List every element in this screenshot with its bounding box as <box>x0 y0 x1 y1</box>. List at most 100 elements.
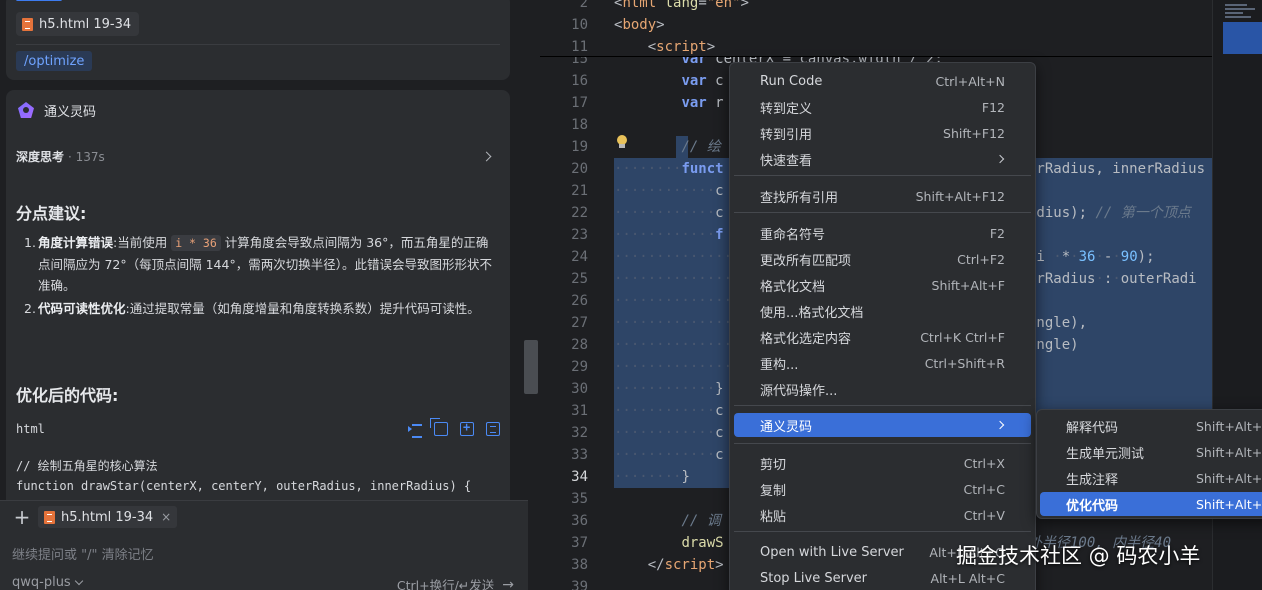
context-file-chip[interactable]: h5.html 19-34 <box>16 12 140 36</box>
copy-icon[interactable] <box>430 418 448 436</box>
line-number: 36 <box>571 513 588 529</box>
lightbulb-icon[interactable] <box>616 135 628 149</box>
thinking-time: · 137s <box>68 149 105 164</box>
line-code: <body> <box>614 17 665 33</box>
deep-thinking-toggle[interactable]: 深度思考 · 137s <box>16 148 492 165</box>
editor-line-tail: erRadius, innerRadius <box>1028 161 1206 177</box>
submenu-item[interactable]: 解释代码 Shift+Alt+P <box>1040 414 1262 438</box>
line-number: 19 <box>571 139 588 155</box>
menu-item-label: Open with Live Server <box>760 544 904 560</box>
menu-item[interactable]: 通义灵码 <box>734 413 1031 437</box>
line-number: 28 <box>571 337 588 353</box>
menu-item-label: 剪切 <box>760 457 787 473</box>
chevron-right-icon <box>481 151 492 162</box>
add-context-button[interactable]: + <box>12 507 32 527</box>
line-code: ············f <box>614 227 724 243</box>
editor-line-tail: angle) <box>1028 337 1079 353</box>
line-number: 26 <box>571 293 588 309</box>
line-code: var r <box>681 95 724 111</box>
sticky-scroll-header[interactable]: 2 <html lang="en"> 10 <body> 11 <script> <box>540 0 1212 57</box>
line-code: ············c <box>614 205 724 221</box>
menu-item[interactable]: 更改所有匹配项 Ctrl+F2 <box>734 247 1031 271</box>
menu-item[interactable]: 格式化选定内容 Ctrl+K Ctrl+F <box>734 325 1031 349</box>
new-file-icon[interactable] <box>460 420 474 436</box>
code-block-header: html <box>16 418 500 438</box>
insert-code-icon[interactable] <box>408 422 422 438</box>
submenu-item[interactable]: 生成注释 Shift+Alt+V <box>1040 466 1262 490</box>
apply-diff-icon[interactable] <box>486 422 500 436</box>
minimap-line <box>1225 16 1251 18</box>
minimap-viewport[interactable] <box>1223 22 1262 54</box>
sticky-line[interactable]: 2 <html lang="en"> <box>540 0 1212 14</box>
point-text: :当前使用 <box>113 235 172 250</box>
editor-context-menu: Run Code Ctrl+Alt+N 转到定义 F12 转到引用 Shift+F12 快速… <box>729 62 1036 590</box>
point-title: 角度计算错误 <box>38 235 114 250</box>
chat-input-field[interactable]: 继续提问或 "/" 清除记忆 <box>12 544 154 563</box>
line-code: var c <box>681 73 724 89</box>
menu-item[interactable]: 格式化文档 Shift+Alt+F <box>734 273 1031 297</box>
menu-shortcut: Ctrl+F2 <box>957 251 1005 267</box>
menu-item[interactable]: 转到定义 F12 <box>734 95 1031 119</box>
menu-item[interactable]: 重构... Ctrl+Shift+R <box>734 351 1031 375</box>
line-number: 31 <box>571 403 588 419</box>
menu-item[interactable]: 粘贴 Ctrl+V <box>734 503 1031 527</box>
menu-item[interactable]: 重命名符号 F2 <box>734 221 1031 245</box>
menu-item[interactable]: 快速查看 <box>734 147 1031 171</box>
line-number: 27 <box>571 315 588 331</box>
menu-item-label: 快速查看 <box>760 153 813 169</box>
menu-item[interactable]: 查找所有引用 Shift+Alt+F12 <box>734 184 1031 208</box>
menu-item[interactable]: 转到引用 Shift+F12 <box>734 121 1031 145</box>
code-line: // 绘制五角星的核心算法 <box>16 459 158 473</box>
line-number: 32 <box>571 425 588 441</box>
menu-item-label: 查找所有引用 <box>760 190 839 206</box>
submenu-item[interactable]: 优化代码 Shift+Alt+M <box>1040 492 1262 516</box>
menu-separator <box>734 175 1031 176</box>
menu-shortcut: F12 <box>981 99 1005 115</box>
menu-item-label: 复制 <box>760 483 787 499</box>
chat-scrollbar[interactable] <box>524 340 538 394</box>
line-code: <script> <box>647 39 716 55</box>
line-number: 22 <box>571 205 588 221</box>
menu-item[interactable]: Run Code Ctrl+Alt+N <box>734 69 1031 93</box>
line-number: 38 <box>571 557 588 573</box>
editor-line-tail: adius); // 第一个顶点 <box>1028 205 1191 221</box>
menu-item[interactable]: 剪切 Ctrl+X <box>734 451 1031 475</box>
model-select[interactable]: qwq-plus <box>12 575 83 590</box>
inline-code: i * 36 <box>171 235 221 251</box>
sticky-line[interactable]: 10 <body> <box>540 14 1212 36</box>
menu-item[interactable]: 复制 Ctrl+C <box>734 477 1031 501</box>
line-code: ············c <box>614 447 724 463</box>
line-number: 18 <box>571 117 588 133</box>
line-code: </script> <box>647 557 724 573</box>
line-number: 29 <box>571 359 588 375</box>
menu-item[interactable]: 源代码操作... <box>734 377 1031 401</box>
menu-item-label: Stop Live Server <box>760 570 867 586</box>
line-code: ············c <box>614 183 724 199</box>
line-number: 25 <box>571 271 588 287</box>
line-number: 2 <box>579 0 588 11</box>
line-number: 35 <box>571 491 588 507</box>
line-number: 34 <box>571 469 588 485</box>
menu-shortcut: Ctrl+V <box>963 507 1005 523</box>
menu-shortcut: Shift+Alt+F12 <box>915 188 1005 204</box>
line-code: ········funct <box>614 161 724 177</box>
submenu-item[interactable]: 生成单元测试 Shift+Alt+U <box>1040 440 1262 464</box>
menu-shortcut: Ctrl+X <box>963 455 1005 471</box>
send-hint: Ctrl+换行/↵发送 → <box>397 575 514 590</box>
menu-item[interactable]: 使用...格式化文档 <box>734 299 1031 323</box>
editor-line-tail: angle), <box>1028 315 1088 331</box>
html-file-icon <box>22 17 33 31</box>
input-context-chip[interactable]: h5.html 19-34 × <box>38 506 178 528</box>
divider <box>16 44 500 45</box>
input-context-label: h5.html 19-34 <box>61 509 154 525</box>
suggestion-list: 1. 角度计算错误:当前使用 i * 36 计算角度会导致点间隔为 36°，而五角… <box>24 232 496 321</box>
minimap-line <box>1225 8 1255 10</box>
section-title-suggestions: 分点建议: <box>16 204 87 223</box>
tongyi-logo-icon <box>16 100 36 120</box>
send-icon[interactable]: → <box>502 577 514 590</box>
menu-item-label: 使用...格式化文档 <box>760 305 864 321</box>
menu-separator <box>734 531 1031 532</box>
sticky-line[interactable]: 11 <script> <box>540 36 1212 58</box>
close-icon[interactable]: × <box>161 510 171 524</box>
minimap-line <box>1225 12 1243 14</box>
